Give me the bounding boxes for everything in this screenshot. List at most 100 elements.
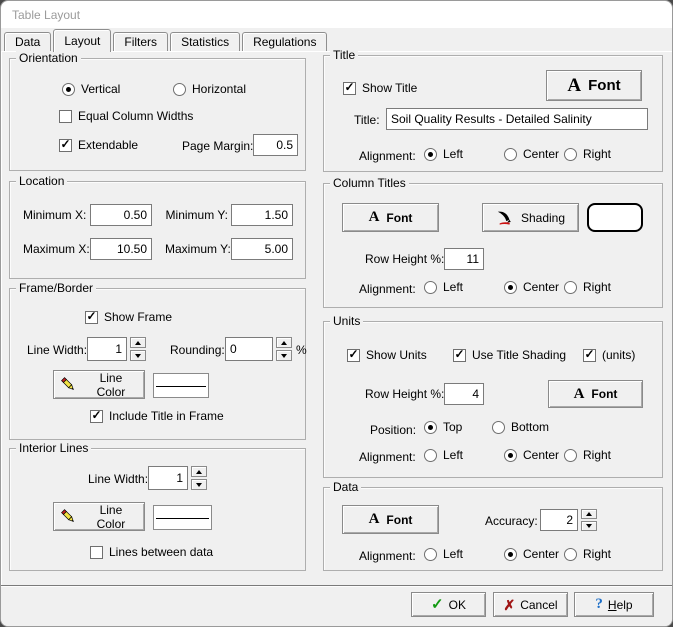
- interior-line-width-input[interactable]: [148, 466, 188, 490]
- radio-icon[interactable]: [424, 548, 437, 561]
- units-align-center-radio[interactable]: Center: [504, 448, 559, 462]
- column-titles-row-height-input[interactable]: [444, 248, 484, 270]
- data-font-button[interactable]: A Font: [342, 505, 439, 534]
- column-titles-align-center-radio[interactable]: Center: [504, 280, 559, 294]
- tab-layout[interactable]: Layout: [53, 29, 111, 52]
- spin-up-button[interactable]: [191, 466, 207, 477]
- column-titles-shading-swatch[interactable]: [587, 203, 643, 232]
- frame-line-color-button[interactable]: Line Color: [53, 370, 145, 399]
- checkbox-icon[interactable]: [453, 349, 466, 362]
- button-bar: ✓ OK ✗ Cancel ? Help: [1, 585, 673, 627]
- tab-regulations[interactable]: Regulations: [242, 32, 327, 51]
- radio-icon[interactable]: [564, 148, 577, 161]
- extendable-checkbox[interactable]: Extendable: [59, 138, 138, 152]
- units-align-left-radio[interactable]: Left: [424, 448, 463, 462]
- radio-icon[interactable]: [564, 449, 577, 462]
- checkbox-icon[interactable]: [90, 410, 103, 423]
- frame-line-width-input[interactable]: [87, 337, 127, 361]
- data-align-center-radio[interactable]: Center: [504, 547, 559, 561]
- spin-down-button[interactable]: [130, 350, 146, 361]
- spin-up-button[interactable]: [276, 337, 292, 348]
- units-position-top-radio[interactable]: Top: [424, 420, 462, 434]
- data-group: Data A Font Accuracy: Alignment: Left Ce: [323, 487, 663, 571]
- radio-icon[interactable]: [492, 421, 505, 434]
- data-align-right-radio[interactable]: Right: [564, 547, 611, 561]
- radio-icon[interactable]: [504, 548, 517, 561]
- page-margin-input[interactable]: [253, 134, 298, 156]
- window-titlebar[interactable]: Table Layout: [1, 1, 672, 28]
- data-align-left-radio[interactable]: Left: [424, 547, 463, 561]
- orientation-horizontal-radio[interactable]: Horizontal: [173, 82, 246, 96]
- radio-icon[interactable]: [424, 281, 437, 294]
- frame-line-color-preview[interactable]: [153, 373, 209, 398]
- interior-line-color-preview[interactable]: [153, 505, 212, 530]
- checkbox-icon[interactable]: [59, 139, 72, 152]
- maximum-y-input[interactable]: [231, 238, 293, 260]
- title-align-right-radio[interactable]: Right: [564, 147, 611, 161]
- checkbox-icon[interactable]: [343, 82, 356, 95]
- checkbox-icon[interactable]: [347, 349, 360, 362]
- spin-down-button[interactable]: [276, 350, 292, 361]
- radio-icon[interactable]: [173, 83, 186, 96]
- cancel-button[interactable]: ✗ Cancel: [493, 592, 568, 617]
- column-titles-group: Column Titles A Font Shading Row Height …: [323, 183, 663, 308]
- minimum-y-input[interactable]: [231, 204, 293, 226]
- include-title-in-frame-checkbox[interactable]: Include Title in Frame: [90, 409, 224, 423]
- column-titles-font-button[interactable]: A Font: [342, 203, 439, 232]
- show-title-checkbox[interactable]: Show Title: [343, 81, 417, 95]
- radio-icon[interactable]: [504, 449, 517, 462]
- radio-icon[interactable]: [424, 148, 437, 161]
- help-button[interactable]: ? Help: [574, 592, 654, 617]
- checkbox-icon[interactable]: [583, 349, 596, 362]
- accuracy-label: Accuracy:: [485, 514, 538, 528]
- checkbox-icon[interactable]: [85, 311, 98, 324]
- ok-button[interactable]: ✓ OK: [411, 592, 486, 617]
- radio-icon[interactable]: [504, 281, 517, 294]
- tab-data[interactable]: Data: [4, 32, 51, 51]
- radio-icon[interactable]: [424, 449, 437, 462]
- radio-icon[interactable]: [564, 548, 577, 561]
- tab-filters[interactable]: Filters: [113, 32, 168, 51]
- title-input[interactable]: [386, 108, 648, 130]
- checkbox-icon[interactable]: [59, 110, 72, 123]
- title-align-center-radio[interactable]: Center: [504, 147, 559, 161]
- column-titles-align-right-radio[interactable]: Right: [564, 280, 611, 294]
- radio-icon[interactable]: [504, 148, 517, 161]
- units-suffix-checkbox[interactable]: (units): [583, 348, 635, 362]
- title-alignment-label: Alignment:: [359, 149, 416, 163]
- lines-between-data-checkbox[interactable]: Lines between data: [90, 545, 213, 559]
- column-titles-align-left-radio[interactable]: Left: [424, 280, 463, 294]
- radio-icon[interactable]: [424, 421, 437, 434]
- interior-lines-legend: Interior Lines: [16, 441, 91, 455]
- units-row-height-input[interactable]: [444, 383, 484, 405]
- units-position-bottom-radio[interactable]: Bottom: [492, 420, 549, 434]
- show-units-checkbox[interactable]: Show Units: [347, 348, 427, 362]
- maximum-x-label: Maximum X:: [23, 242, 86, 256]
- radio-icon[interactable]: [564, 281, 577, 294]
- radio-icon[interactable]: [62, 83, 75, 96]
- title-align-left-radio[interactable]: Left: [424, 147, 463, 161]
- show-frame-checkbox[interactable]: Show Frame: [85, 310, 172, 324]
- title-font-button[interactable]: A Font: [546, 70, 642, 101]
- minimum-y-label: Minimum Y:: [165, 208, 228, 222]
- spin-down-button[interactable]: [581, 521, 597, 531]
- equal-column-widths-checkbox[interactable]: Equal Column Widths: [59, 109, 193, 123]
- use-title-shading-checkbox[interactable]: Use Title Shading: [453, 348, 566, 362]
- spin-up-button[interactable]: [130, 337, 146, 348]
- orientation-vertical-radio[interactable]: Vertical: [62, 82, 120, 96]
- data-alignment-label: Alignment:: [359, 549, 416, 563]
- tab-statistics[interactable]: Statistics: [170, 32, 240, 51]
- units-group: Units Show Units Use Title Shading (unit…: [323, 321, 663, 478]
- units-align-right-radio[interactable]: Right: [564, 448, 611, 462]
- maximum-x-input[interactable]: [90, 238, 152, 260]
- pencil-icon: [60, 376, 77, 393]
- spin-up-button[interactable]: [581, 509, 597, 519]
- units-font-button[interactable]: A Font: [548, 380, 643, 408]
- shading-button[interactable]: Shading: [482, 203, 579, 232]
- minimum-x-input[interactable]: [90, 204, 152, 226]
- rounding-input[interactable]: [225, 337, 273, 361]
- interior-line-color-button[interactable]: Line Color: [53, 502, 145, 531]
- accuracy-input[interactable]: [540, 509, 578, 531]
- checkbox-icon[interactable]: [90, 546, 103, 559]
- spin-down-button[interactable]: [191, 479, 207, 490]
